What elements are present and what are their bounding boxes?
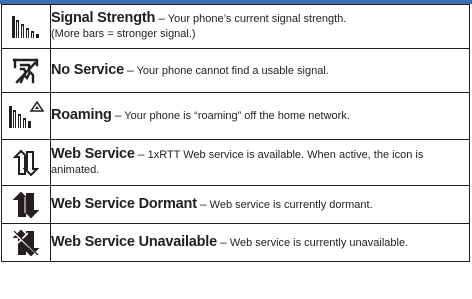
status-description-note: (More bars = stronger signal.) [51,28,196,40]
table-row: Web Service Unavailable – Web service is… [1,223,470,262]
status-description: Your phone’s current signal strength. [167,13,347,25]
table-row: Roaming – Your phone is “roaming” off th… [1,92,470,140]
status-name: Web Service [51,146,135,162]
status-name: Roaming [51,107,112,123]
separator: – [127,62,134,77]
description-cell: Signal Strength – Your phone’s current s… [50,4,470,49]
table-row: Signal Strength – Your phone’s current s… [1,4,470,49]
status-description: Web service is currently unavailable. [229,236,409,249]
roaming-icon [9,101,44,128]
icon-cell [1,48,51,93]
separator: – [114,108,122,122]
status-description: Your phone cannot find a usable signal. [136,64,329,77]
icon-cell [1,139,51,186]
separator: – [137,147,145,161]
description-cell: Web Service Unavailable – Web service is… [50,223,470,262]
table-row: Web Service Dormant – Web service is cur… [1,185,470,224]
status-icon-table: Signal Strength – Your phone’s current s… [1,4,470,262]
status-name: Web Service Dormant [51,195,197,212]
icon-cell [1,185,51,224]
icon-cell [1,4,51,49]
icon-cell [1,92,51,140]
separator: – [199,196,207,211]
web-service-dormant-icon [13,191,39,218]
web-service-unavailable-icon [12,229,40,256]
web-service-icon [13,149,39,176]
status-description: Web service is currently dormant. [209,198,373,211]
status-name: No Service [51,61,124,78]
table-row: Web Service – 1xRTT Web service is avail… [1,139,470,186]
separator: – [158,11,165,25]
description-cell: Web Service Dormant – Web service is cur… [50,185,470,224]
description-cell: Roaming – Your phone is “roaming” off th… [50,92,470,140]
status-description: Your phone is “roaming” off the home net… [124,110,350,122]
description-cell: Web Service – 1xRTT Web service is avail… [50,139,470,186]
status-name: Web Service Unavailable [51,233,217,250]
separator: – [220,234,227,249]
description-cell: No Service – Your phone cannot find a us… [50,48,470,93]
signal-strength-icon [12,15,39,38]
no-service-icon [12,58,39,84]
status-name: Signal Strength [51,10,156,26]
icon-cell [1,223,51,262]
table-row: No Service – Your phone cannot find a us… [1,48,470,93]
